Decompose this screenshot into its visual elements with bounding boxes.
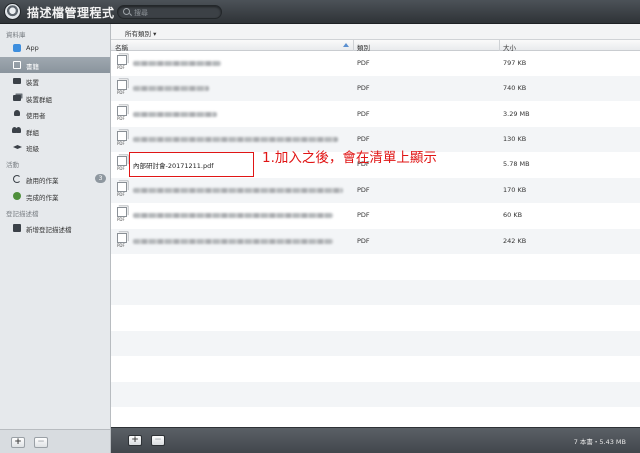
task-count-badge: 3 [95, 174, 106, 183]
file-type: PDF [357, 84, 370, 92]
activity-heading: 活動 [6, 161, 19, 169]
annotation-text: 1.加入之後，會在清單上顯示 [262, 150, 437, 166]
empty-row [111, 280, 640, 305]
file-type: PDF [357, 186, 370, 194]
search-box[interactable] [117, 5, 222, 19]
file-size: 5.78 MB [503, 160, 530, 168]
redacted-filename [133, 137, 338, 142]
app-title: 描述檔管理程式 [27, 6, 115, 20]
file-type: PDF [357, 237, 370, 245]
redacted-filename [133, 61, 221, 66]
redacted-filename [133, 112, 217, 117]
library-heading: 資料庫 [6, 31, 26, 39]
file-type: PDF [357, 211, 370, 219]
class-icon [13, 145, 22, 149]
active-tasks-icon [13, 175, 21, 183]
table-row[interactable]: PDF PDF 242 KB [111, 229, 640, 254]
sidebar-item-classes[interactable]: 班級 [0, 139, 110, 155]
sidebar-item-label: 班級 [26, 145, 39, 153]
new-enrollment-icon [13, 224, 21, 232]
redacted-filename [133, 86, 209, 91]
sidebar-item-books[interactable]: 書籍 [0, 57, 110, 73]
column-headers: 名稱 類別 大小 [111, 40, 640, 52]
pdf-document-icon: PDF [117, 207, 127, 222]
pdf-document-icon: PDF [117, 182, 127, 197]
empty-row [111, 331, 640, 356]
file-size: 3.29 MB [503, 110, 530, 118]
file-type: PDF [357, 135, 370, 143]
app-icon [13, 44, 21, 52]
pdf-document-icon: PDF [117, 233, 127, 248]
redacted-filename [133, 239, 333, 244]
group-icon [12, 127, 17, 133]
sidebar-item-label: 裝置 [26, 79, 39, 87]
title-bar: 描述檔管理程式 [0, 0, 640, 24]
sidebar-item-groups[interactable]: 群組 [0, 123, 110, 139]
user-icon [14, 110, 20, 116]
completed-tasks-icon [13, 192, 21, 200]
pdf-document-icon: PDF [117, 106, 127, 121]
enrollment-heading: 登記描述檔 [6, 210, 39, 218]
sidebar-item-label: App [26, 44, 39, 52]
empty-row [111, 254, 640, 279]
sidebar-item-device-groups[interactable]: 裝置群組 [0, 90, 110, 106]
redacted-filename [133, 213, 333, 218]
sidebar-item-app[interactable]: App [0, 40, 110, 56]
column-divider [499, 40, 500, 51]
sidebar-footer: + − [0, 429, 110, 453]
sidebar-item-label: 啟用的作業 [26, 177, 59, 185]
sidebar-item-label: 使用者 [26, 112, 46, 120]
device-group-icon [13, 95, 21, 101]
pdf-document-icon: PDF [117, 156, 127, 171]
sidebar-item-label: 完成的作業 [26, 194, 59, 202]
profile-manager-logo-icon [4, 3, 21, 20]
table-row[interactable]: PDF PDF 3.29 MB [111, 102, 640, 127]
file-size: 242 KB [503, 237, 527, 245]
sidebar-add-button[interactable]: + [11, 437, 25, 448]
sidebar-item-label: 新增登記描述檔 [26, 226, 72, 234]
main-footer: + − 7 本書・5.43 MB [111, 427, 640, 453]
search-icon [123, 8, 130, 15]
table-row[interactable]: PDF PDF 170 KB [111, 178, 640, 203]
sidebar-item-devices[interactable]: 裝置 [0, 73, 110, 89]
redacted-filename [133, 188, 343, 193]
file-size: 60 KB [503, 211, 523, 219]
highlight-box [129, 152, 254, 177]
sidebar-item-label: 裝置群組 [26, 96, 52, 104]
file-type: PDF [357, 59, 370, 67]
sidebar-item-users[interactable]: 使用者 [0, 106, 110, 122]
sidebar-remove-button[interactable]: − [34, 437, 48, 448]
file-size: 740 KB [503, 84, 527, 92]
empty-row [111, 356, 640, 381]
category-filter-dropdown[interactable]: 所有類別 ▾ [125, 28, 156, 38]
empty-row [111, 382, 640, 407]
sidebar-item-new-enrollment-profile[interactable]: 新增登記描述檔 [0, 220, 110, 236]
file-size: 170 KB [503, 186, 527, 194]
device-icon [13, 78, 21, 84]
table-row[interactable]: PDF PDF 60 KB [111, 203, 640, 228]
sidebar-item-label: 書籍 [26, 63, 39, 71]
column-divider [353, 40, 354, 51]
file-type: PDF [357, 110, 370, 118]
search-input[interactable] [134, 7, 218, 18]
book-icon [13, 61, 21, 69]
pdf-document-icon: PDF [117, 131, 127, 146]
sidebar-item-active-tasks[interactable]: 啟用的作業 3 [0, 171, 110, 187]
pdf-document-icon: PDF [117, 80, 127, 95]
remove-book-button[interactable]: − [151, 435, 165, 446]
sidebar: 資料庫 App 書籍 裝置 裝置群組 使用者 群組 班級 活動 啟用的作業 3 … [0, 24, 111, 453]
sidebar-item-label: 群組 [26, 129, 39, 137]
file-size: 797 KB [503, 59, 527, 67]
table-row[interactable]: PDF PDF 740 KB [111, 76, 640, 101]
table-row[interactable]: PDF PDF 797 KB [111, 51, 640, 76]
file-size: 130 KB [503, 135, 527, 143]
sort-ascending-icon [343, 43, 349, 47]
sidebar-item-completed-tasks[interactable]: 完成的作業 [0, 188, 110, 204]
book-count-summary: 7 本書・5.43 MB [573, 438, 626, 446]
filter-bar: 所有類別 ▾ [111, 24, 640, 40]
empty-row [111, 305, 640, 330]
add-book-button[interactable]: + [128, 435, 142, 446]
pdf-document-icon: PDF [117, 55, 127, 70]
